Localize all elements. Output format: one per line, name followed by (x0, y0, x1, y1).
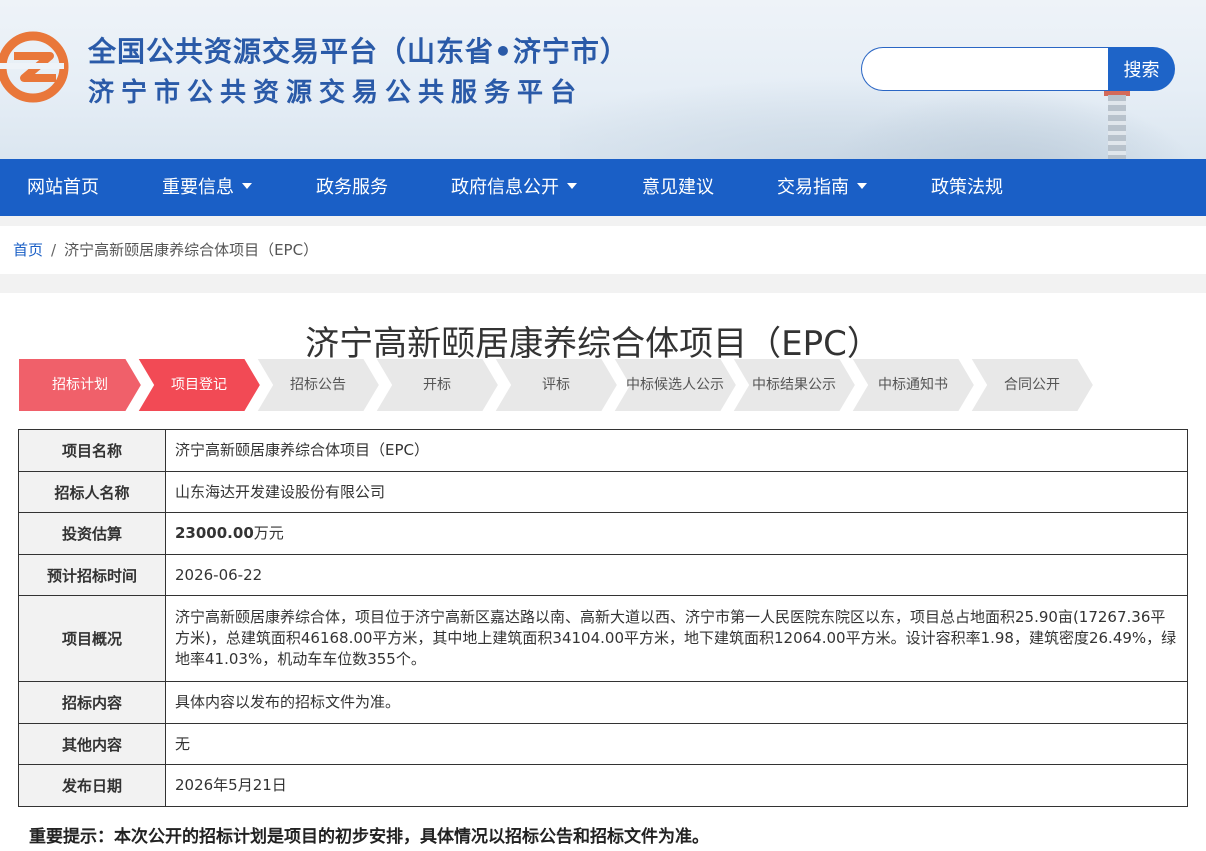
table-row: 投资估算 23000.00万元 (18, 512, 1188, 555)
other-content-value: 无 (165, 723, 1188, 765)
step-8[interactable]: 中标通知书 (851, 358, 975, 412)
table-row: 招标人名称 山东海达开发建设股份有限公司 (18, 471, 1188, 513)
tender-time-label: 预计招标时间 (18, 554, 166, 596)
step-2[interactable]: 项目登记 (137, 358, 261, 412)
site-title-secondary: 济宁市公共资源交易公共服务平台 (88, 78, 584, 108)
table-row: 发布日期 2026年5月21日 (18, 764, 1188, 807)
step-label: 招标计划 (52, 377, 108, 393)
project-name-label: 项目名称 (18, 429, 166, 472)
step-label: 招标公告 (290, 377, 346, 393)
nav-item-government-info[interactable]: 政府信息公开 (451, 159, 577, 216)
step-label: 中标通知书 (878, 377, 948, 393)
nav-label: 交易指南 (777, 177, 849, 198)
table-row: 预计招标时间 2026-06-22 (18, 554, 1188, 596)
tender-time-value: 2026-06-22 (165, 554, 1188, 596)
table-row: 招标内容 具体内容以发布的招标文件为准。 (18, 681, 1188, 724)
step-label: 项目登记 (171, 377, 227, 393)
investment-value: 23000.00万元 (165, 512, 1188, 555)
caret-down-icon (567, 183, 577, 189)
site-title-primary: 全国公共资源交易平台（山东省•济宁市） (88, 35, 629, 68)
nav-item-policies[interactable]: 政策法规 (931, 159, 1003, 216)
investment-label: 投资估算 (18, 512, 166, 555)
nav-label: 政策法规 (931, 177, 1003, 198)
table-row: 项目名称 济宁高新颐居康养综合体项目（EPC） (18, 429, 1188, 472)
breadcrumb: 首页 / 济宁高新颐居康养综合体项目（EPC） (0, 226, 1206, 274)
overview-value: 济宁高新颐居康养综合体，项目位于济宁高新区嘉达路以南、高新大道以西、济宁市第一人… (165, 595, 1188, 682)
investment-amount: 23000.00 (175, 524, 254, 542)
project-info-table: 项目名称 济宁高新颐居康养综合体项目（EPC） 招标人名称 山东海达开发建设股份… (18, 429, 1188, 807)
caret-down-icon (242, 183, 252, 189)
investment-unit: 万元 (253, 524, 284, 542)
site-header: 全国公共资源交易平台（山东省•济宁市） 济宁市公共资源交易公共服务平台 搜索 (0, 0, 1206, 159)
nav-label: 政务服务 (316, 177, 388, 198)
nav-item-trading-guide[interactable]: 交易指南 (777, 159, 867, 216)
step-5[interactable]: 评标 (494, 358, 618, 412)
step-6[interactable]: 中标候选人公示 (613, 358, 737, 412)
step-9[interactable]: 合同公开 (970, 358, 1094, 412)
pagoda-illustration (1108, 95, 1126, 159)
breadcrumb-area: 首页 / 济宁高新颐居康养综合体项目（EPC） (0, 216, 1206, 293)
nav-item-government-services[interactable]: 政务服务 (316, 159, 388, 216)
step-label: 开标 (423, 377, 451, 393)
caret-down-icon (857, 183, 867, 189)
nav-label: 意见建议 (642, 177, 714, 198)
search-input[interactable] (861, 47, 1111, 91)
important-notice: 重要提示：本次公开的招标计划是项目的初步安排，具体情况以招标公告和招标文件为准。 (29, 827, 709, 847)
breadcrumb-current: 济宁高新颐居康养综合体项目（EPC） (64, 241, 319, 259)
tenderer-label: 招标人名称 (18, 471, 166, 513)
step-label: 中标结果公示 (752, 377, 836, 393)
step-1[interactable]: 招标计划 (18, 358, 142, 412)
site-logo-icon[interactable] (0, 30, 70, 104)
search-button[interactable]: 搜索 (1108, 47, 1175, 91)
tender-content-label: 招标内容 (18, 681, 166, 724)
overview-label: 项目概况 (18, 595, 166, 682)
table-row: 其他内容 无 (18, 723, 1188, 765)
nav-item-important-info[interactable]: 重要信息 (162, 159, 252, 216)
nav-label: 重要信息 (162, 177, 234, 198)
nav-item-suggestions[interactable]: 意见建议 (642, 159, 714, 216)
publish-date-label: 发布日期 (18, 764, 166, 807)
table-row: 项目概况 济宁高新颐居康养综合体，项目位于济宁高新区嘉达路以南、高新大道以西、济… (18, 595, 1188, 682)
nav-label: 政府信息公开 (451, 177, 559, 198)
nav-label: 网站首页 (27, 177, 99, 198)
step-label: 中标候选人公示 (626, 377, 724, 393)
step-4[interactable]: 开标 (375, 358, 499, 412)
nav-item-home[interactable]: 网站首页 (27, 159, 99, 216)
step-label: 合同公开 (1004, 377, 1060, 393)
breadcrumb-separator: / (51, 241, 57, 259)
project-name-value: 济宁高新颐居康养综合体项目（EPC） (165, 429, 1188, 472)
step-7[interactable]: 中标结果公示 (732, 358, 856, 412)
step-label: 评标 (542, 377, 570, 393)
main-nav: 网站首页 重要信息 政务服务 政府信息公开 意见建议 交易指南 政策法规 (0, 159, 1206, 216)
step-3[interactable]: 招标公告 (256, 358, 380, 412)
progress-steps: 招标计划 项目登记 招标公告 开标 评标 中标候选人公示 中标结果公示 中标通知书 合同公开 (18, 358, 1108, 412)
search-box: 搜索 (861, 47, 1175, 91)
header-background-hills (800, 80, 1206, 159)
tender-content-value: 具体内容以发布的招标文件为准。 (165, 681, 1188, 724)
tenderer-value: 山东海达开发建设股份有限公司 (165, 471, 1188, 513)
publish-date-value: 2026年5月21日 (165, 764, 1188, 807)
breadcrumb-home-link[interactable]: 首页 (13, 241, 43, 259)
other-content-label: 其他内容 (18, 723, 166, 765)
